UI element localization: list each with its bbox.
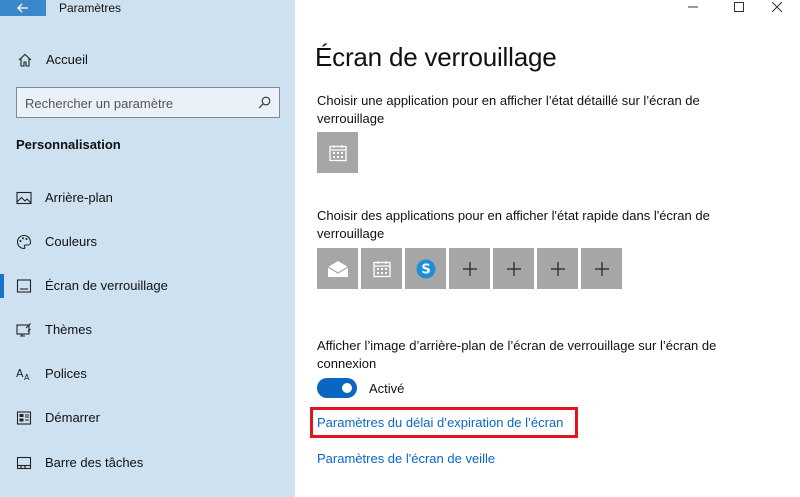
search-input[interactable] xyxy=(25,94,250,112)
sidebar-item-label: Thèmes xyxy=(45,322,92,337)
sidebar-item-label: Démarrer xyxy=(45,410,100,425)
sidebar-item-label: Arrière-plan xyxy=(45,190,113,205)
skype-icon: S xyxy=(416,259,435,278)
close-button[interactable] xyxy=(754,0,800,14)
maximize-icon xyxy=(734,2,744,12)
sidebar-item-label: Polices xyxy=(45,366,87,381)
quick-status-app-tile-mail[interactable] xyxy=(317,248,358,289)
start-icon xyxy=(16,411,32,425)
quick-status-app-tile-calendar[interactable] xyxy=(361,248,402,289)
svg-text:A: A xyxy=(16,367,24,380)
home-nav[interactable]: Accueil xyxy=(0,48,295,72)
minimize-button[interactable] xyxy=(670,0,716,14)
plus-icon xyxy=(462,261,477,276)
quick-status-add-tile-4[interactable] xyxy=(581,248,622,289)
title-bar: Paramètres xyxy=(0,0,295,16)
screen-timeout-settings-link[interactable]: Paramètres du délai d’expiration de l’éc… xyxy=(317,415,563,430)
app-title: Paramètres xyxy=(59,1,122,15)
sidebar-item-label: Couleurs xyxy=(45,234,98,249)
back-button[interactable] xyxy=(0,0,46,16)
quick-status-add-tile-1[interactable] xyxy=(449,248,490,289)
lock-screen-icon xyxy=(16,279,32,293)
mail-icon xyxy=(327,260,348,277)
sidebar: Paramètres Accueil Personnalisation Arri… xyxy=(0,0,295,497)
svg-text:S: S xyxy=(421,262,430,277)
sidebar-item-fonts[interactable]: AA Polices xyxy=(0,354,295,394)
sidebar-item-start[interactable]: Démarrer xyxy=(0,398,295,438)
sidebar-item-background[interactable]: Arrière-plan xyxy=(0,178,295,218)
screen-saver-settings-link[interactable]: Paramètres de l'écran de veille xyxy=(317,451,495,466)
background-on-signin-toggle[interactable] xyxy=(317,378,357,398)
plus-icon xyxy=(594,261,609,276)
detailed-status-description: Choisir une application pour en afficher… xyxy=(317,93,700,126)
svg-text:A: A xyxy=(24,373,30,382)
search-box[interactable] xyxy=(16,87,280,118)
plus-icon xyxy=(506,261,521,276)
sidebar-item-taskbar[interactable]: Barre des tâches xyxy=(0,443,295,483)
sidebar-item-label: Écran de verrouillage xyxy=(45,278,168,293)
sidebar-item-themes[interactable]: Thèmes xyxy=(0,310,295,350)
detailed-status-app-tile[interactable] xyxy=(317,132,358,173)
plus-icon xyxy=(550,261,565,276)
quick-status-app-tile-skype[interactable]: S xyxy=(405,248,446,289)
page-title: Écran de verrouillage xyxy=(315,42,557,72)
palette-icon xyxy=(16,234,32,250)
picture-icon xyxy=(16,191,32,205)
taskbar-icon xyxy=(16,456,32,470)
calendar-icon xyxy=(372,260,391,277)
background-on-signin-description: Afficher l’image d’arrière-plan de l’écr… xyxy=(317,338,717,371)
arrow-left-icon xyxy=(17,3,28,13)
sidebar-item-label: Barre des tâches xyxy=(45,455,144,470)
calendar-icon xyxy=(328,144,347,161)
section-title: Personnalisation xyxy=(16,137,121,152)
main-panel: Écran de verrouillage Choisir une applic… xyxy=(295,0,800,497)
sidebar-item-colors[interactable]: Couleurs xyxy=(0,222,295,262)
quick-status-add-tile-3[interactable] xyxy=(537,248,578,289)
themes-icon xyxy=(16,323,31,337)
fonts-icon: AA xyxy=(16,367,30,382)
home-icon xyxy=(18,53,32,67)
quick-status-description: Choisir des applications pour en affiche… xyxy=(317,208,710,241)
sidebar-item-lock-screen[interactable]: Écran de verrouillage xyxy=(0,266,295,306)
toggle-knob xyxy=(342,383,352,393)
search-icon[interactable] xyxy=(258,96,271,109)
close-icon xyxy=(772,2,782,12)
quick-status-add-tile-2[interactable] xyxy=(493,248,534,289)
minimize-icon xyxy=(688,6,698,8)
toggle-state-label: Activé xyxy=(369,381,405,396)
home-label: Accueil xyxy=(46,52,88,67)
active-indicator xyxy=(0,274,4,298)
